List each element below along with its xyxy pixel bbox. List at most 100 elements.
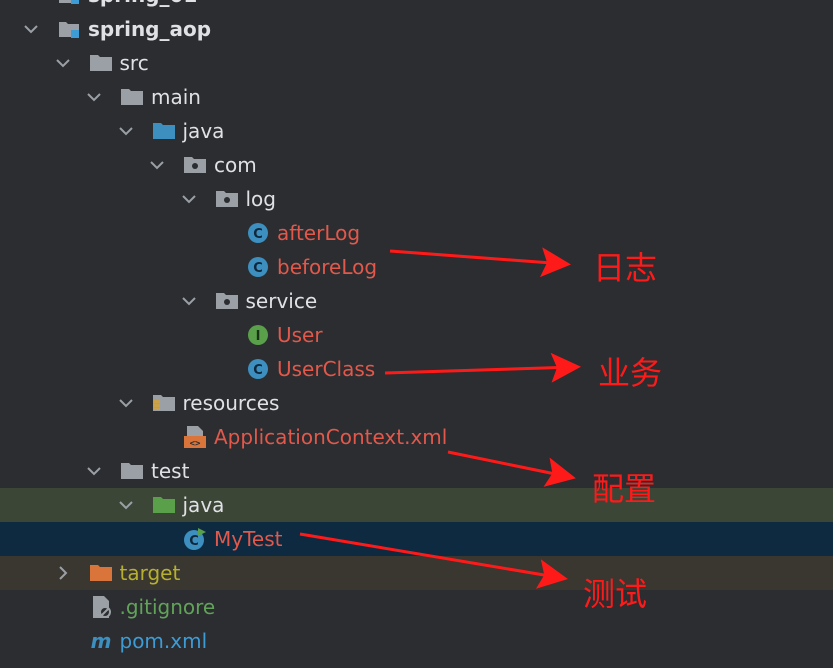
chevron-down-icon (181, 297, 196, 306)
tree-row[interactable]: test (0, 454, 833, 488)
tree-row-label: User (277, 323, 323, 347)
expand-toggle[interactable] (115, 494, 137, 516)
interface-icon: I (245, 322, 271, 348)
tree-row[interactable]: <> ApplicationContext.xml (0, 420, 833, 454)
tree-row-label: pom.xml (119, 629, 208, 653)
tree-row-label: beforeLog (277, 255, 378, 279)
chevron-down-icon (150, 161, 164, 170)
svg-text:<>: <> (190, 439, 201, 449)
gitignore-file-icon (88, 594, 114, 620)
svg-text:C: C (253, 363, 263, 378)
chevron-down-icon (87, 93, 101, 102)
expand-toggle[interactable] (178, 290, 200, 312)
package-icon (214, 186, 240, 212)
tree-row-label: log (245, 187, 277, 211)
tree-row-label: resources (182, 391, 280, 415)
tree-row-label: spring_01 (88, 0, 197, 7)
tree-row-label: service (245, 289, 318, 313)
package-icon (214, 288, 240, 314)
maven-icon: m (88, 628, 114, 654)
tree-row[interactable]: m pom.xml (0, 624, 833, 658)
tree-row-label: ApplicationContext.xml (214, 425, 448, 449)
expand-toggle[interactable] (83, 86, 105, 108)
expand-toggle[interactable] (83, 460, 105, 482)
folder-icon (119, 458, 145, 484)
tree-row[interactable]: log (0, 182, 833, 216)
tree-row-label: target (119, 561, 181, 585)
tree-row[interactable]: src (0, 46, 833, 80)
folder-icon (119, 84, 145, 110)
tree-row[interactable]: C MyTest (0, 522, 833, 556)
tree-row-label: UserClass (277, 357, 376, 381)
tree-row[interactable]: spring_01 (0, 0, 833, 12)
tree-row[interactable]: java (0, 488, 833, 522)
test-folder-icon (151, 492, 177, 518)
tree-row[interactable]: java (0, 114, 833, 148)
expand-toggle[interactable] (115, 120, 137, 142)
tree-row[interactable]: resources (0, 386, 833, 420)
annotation-service: 业务 (598, 354, 663, 392)
tree-row[interactable]: main (0, 80, 833, 114)
svg-text:C: C (253, 227, 263, 242)
tree-row[interactable]: com (0, 148, 833, 182)
chevron-down-icon (24, 25, 38, 34)
chevron-down-icon (87, 467, 101, 476)
chevron-down-icon (181, 195, 196, 204)
tree-row-label: java (182, 493, 225, 517)
annotation-config: 配置 (592, 470, 657, 508)
tree-row-label: main (151, 85, 201, 109)
source-folder-icon (151, 118, 177, 144)
chevron-down-icon (118, 399, 133, 408)
test-class-icon: C (182, 526, 208, 552)
tree-row-label: src (119, 51, 149, 75)
svg-text:I: I (256, 329, 261, 344)
module-folder-icon (56, 0, 82, 8)
chevron-down-icon (118, 127, 133, 136)
expand-toggle[interactable] (115, 392, 137, 414)
tree-row-label: .gitignore (119, 595, 216, 619)
expand-toggle[interactable] (178, 188, 200, 210)
tree-row-label: afterLog (277, 221, 361, 245)
expand-toggle[interactable] (52, 562, 74, 584)
excluded-folder-icon (88, 560, 114, 586)
chevron-down-icon (118, 501, 133, 510)
annotation-log: 日志 (593, 249, 658, 287)
expand-toggle[interactable] (20, 18, 42, 40)
annotation-test: 测试 (583, 575, 648, 613)
tree-row[interactable]: C UserClass (0, 352, 833, 386)
tree-row[interactable]: service (0, 284, 833, 318)
svg-text:C: C (189, 534, 199, 549)
expand-toggle[interactable] (146, 154, 168, 176)
tree-row[interactable]: .gitignore (0, 590, 833, 624)
resources-folder-icon (151, 390, 177, 416)
expand-toggle[interactable] (52, 52, 74, 74)
class-icon: C (245, 254, 271, 280)
package-icon (182, 152, 208, 178)
tree-row[interactable]: CbeforeLog (0, 250, 833, 284)
class-icon: C (245, 356, 271, 382)
chevron-down-icon (55, 59, 70, 68)
tree-row[interactable]: I User (0, 318, 833, 352)
tree-row[interactable]: CafterLog (0, 216, 833, 250)
tree-row[interactable]: target (0, 556, 833, 590)
module-folder-icon (56, 16, 82, 42)
svg-text:C: C (253, 261, 263, 276)
tree-row-label: MyTest (214, 527, 283, 551)
tree-row-label: java (182, 119, 225, 143)
svg-text:m: m (90, 630, 111, 652)
tree-row-label: spring_aop (88, 17, 212, 41)
folder-icon (88, 50, 114, 76)
tree-row-label: test (151, 459, 190, 483)
tree-row[interactable]: spring_aop (0, 12, 833, 46)
chevron-right-icon (58, 566, 67, 580)
xml-file-icon: <> (182, 424, 208, 450)
class-icon: C (245, 220, 271, 246)
